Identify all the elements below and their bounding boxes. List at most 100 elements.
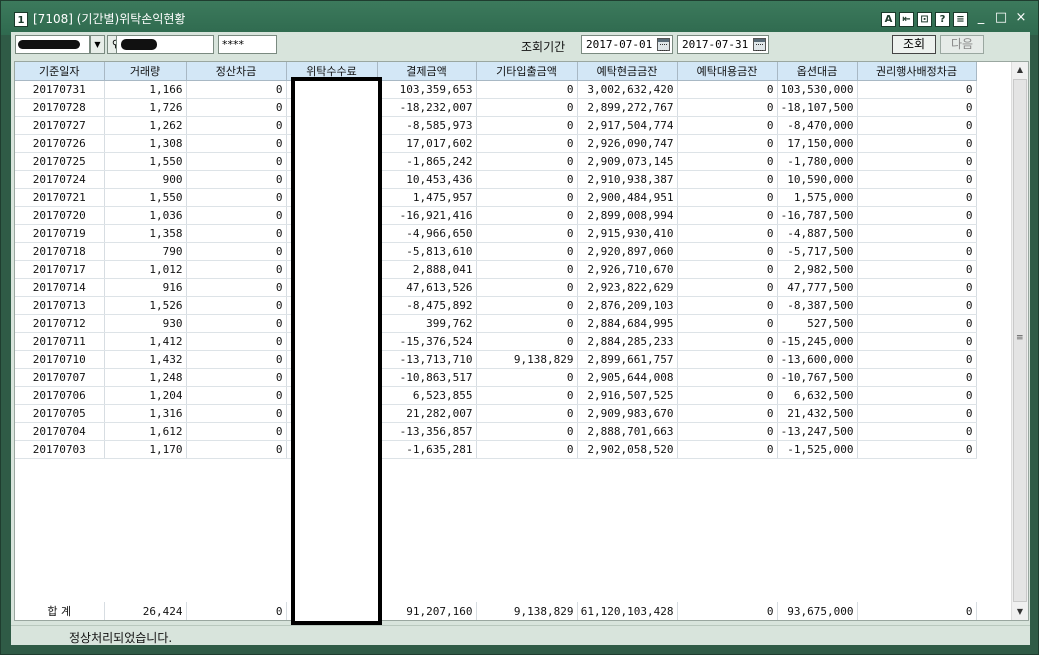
table-cell: 0 <box>476 260 578 279</box>
table-row[interactable]: 20170713 1,526 0 -8,475,892 0 2,876,209,103 0-… <box>15 296 977 315</box>
account-number-field[interactable] <box>15 35 90 54</box>
table-cell: 0 <box>186 440 287 459</box>
help-icon[interactable]: ? <box>935 12 950 27</box>
table-cell: 0 <box>186 98 287 117</box>
column-header[interactable]: 기준일자 <box>15 62 105 81</box>
link-icon[interactable]: ⇤ <box>899 12 914 27</box>
table-cell: 0 <box>857 386 977 405</box>
table-cell: 0 <box>677 116 778 135</box>
table-cell: 10,590,000 <box>777 170 858 189</box>
table-cell: -8,585,973 <box>377 116 477 135</box>
table-cell: 900 <box>104 170 187 189</box>
table-row[interactable]: 20170726 1,308 0 17,017,602 0 2,926,090,747 0 1… <box>15 134 977 153</box>
table-cell: 6,632,500 <box>777 386 858 405</box>
table-cell: 790 <box>104 242 187 261</box>
table-row[interactable]: 20170707 1,248 0 -10,863,517 0 2,905,644,008 0… <box>15 368 977 387</box>
table-cell: -4,887,500 <box>777 224 858 243</box>
table-row[interactable]: 20170719 1,358 0 -4,966,650 0 2,915,930,410 0-… <box>15 224 977 243</box>
column-header[interactable]: 정산차금 <box>186 62 287 81</box>
table-cell: 0 <box>677 80 778 99</box>
table-cell: 20170725 <box>15 152 105 171</box>
table-row[interactable]: 20170724 900 0 10,453,436 0 2,910,938,387 0 10,… <box>15 170 977 189</box>
table-row[interactable]: 20170704 1,612 0 -13,356,857 0 2,888,701,663 0… <box>15 422 977 441</box>
vertical-scrollbar[interactable]: ▲ ≡ ▼ <box>1011 62 1028 620</box>
table-cell: 0 <box>677 314 778 333</box>
date-to-input[interactable]: 2017-07-31 <box>677 35 769 54</box>
table-cell: -18,107,500 <box>777 98 858 117</box>
copy-icon[interactable]: ⊡ <box>917 12 932 27</box>
table-cell: -4,966,650 <box>377 224 477 243</box>
table-cell: 0 <box>857 224 977 243</box>
column-header[interactable]: 옵션대금 <box>777 62 858 81</box>
column-header[interactable]: 예탁대용금잔 <box>677 62 778 81</box>
table-row[interactable]: 20170711 1,412 0 -15,376,524 0 2,884,285,233 0… <box>15 332 977 351</box>
table-row[interactable]: 20170717 1,012 0 2,888,041 0 2,926,710,670 0 2,… <box>15 260 977 279</box>
table-cell: 0 <box>476 116 578 135</box>
table-cell: 0 <box>186 260 287 279</box>
menu-icon[interactable]: ≡ <box>953 12 968 27</box>
date-to-value: 2017-07-31 <box>682 38 749 51</box>
calendar-icon[interactable] <box>753 38 766 51</box>
window-number-badge: 1 <box>14 12 28 27</box>
table-cell: 0 <box>677 296 778 315</box>
commission-column-redaction <box>291 77 382 625</box>
font-size-icon[interactable]: A <box>881 12 896 27</box>
table-row[interactable]: 20170706 1,204 0 6,523,855 0 2,916,507,525 0 6,… <box>15 386 977 405</box>
total-cell: 0 <box>857 602 977 620</box>
calendar-icon[interactable] <box>657 38 670 51</box>
title-toolbox: A ⇤ ⊡ ? ≡ <box>881 12 968 27</box>
table-row[interactable]: 20170703 1,170 0 -1,635,281 0 2,902,058,520 0-… <box>15 440 977 459</box>
name-redaction <box>121 39 157 50</box>
column-header[interactable]: 권리행사배정차금 <box>857 62 977 81</box>
table-header-row: 기준일자 거래량 정산차금 위탁수수료 결제금액 기타입출금액 예탁현금금잔 예탁대용금잔 옵션… <box>15 62 977 81</box>
window-controls: _ □ × <box>974 10 1028 26</box>
scroll-up-icon[interactable]: ▲ <box>1012 62 1028 78</box>
table-cell: 47,613,526 <box>377 278 477 297</box>
table-row[interactable]: 20170710 1,432 0 -13,713,710 9,138,829 2,899,… <box>15 350 977 369</box>
table-row[interactable]: 20170712 930 0 399,762 0 2,884,684,995 0 527,50… <box>15 314 977 333</box>
table-row[interactable]: 20170714 916 0 47,613,526 0 2,923,822,629 0 47,… <box>15 278 977 297</box>
account-dropdown-button[interactable]: ▼ <box>90 35 105 54</box>
table-cell: 1,475,957 <box>377 188 477 207</box>
table-row[interactable]: 20170721 1,550 0 1,475,957 0 2,900,484,951 0 1,… <box>15 188 977 207</box>
table-row[interactable]: 20170727 1,262 0 -8,585,973 0 2,917,504,774 0-… <box>15 116 977 135</box>
table-cell: 0 <box>677 278 778 297</box>
table-cell: 103,359,653 <box>377 80 477 99</box>
query-button[interactable]: 조회 <box>892 35 936 54</box>
data-grid[interactable]: 기준일자 거래량 정산차금 위탁수수료 결제금액 기타입출금액 예탁현금금잔 예탁대용금잔 옵션… <box>14 61 1029 625</box>
table-row[interactable]: 20170705 1,316 0 21,282,007 0 2,909,983,670 0 2… <box>15 404 977 423</box>
table-row[interactable]: 20170728 1,726 0 -18,232,007 0 2,899,272,767 0… <box>15 98 977 117</box>
maximize-button[interactable]: □ <box>994 10 1008 26</box>
table-cell: -10,863,517 <box>377 368 477 387</box>
table-cell: 0 <box>186 314 287 333</box>
table-cell: 2,920,897,060 <box>577 242 678 261</box>
password-field[interactable]: **** <box>218 35 277 54</box>
scroll-down-icon[interactable]: ▼ <box>1012 604 1028 620</box>
total-cell: 61,120,103,428 <box>577 602 678 620</box>
date-from-input[interactable]: 2017-07-01 <box>581 35 673 54</box>
next-button[interactable]: 다음 <box>940 35 984 54</box>
table-cell: 20170724 <box>15 170 105 189</box>
table-cell: 20170726 <box>15 134 105 153</box>
table-cell: 20170711 <box>15 332 105 351</box>
table-cell: 20170714 <box>15 278 105 297</box>
column-header[interactable]: 예탁현금금잔 <box>577 62 678 81</box>
table-row[interactable]: 20170718 790 0 -5,813,610 0 2,920,897,060 0 -5,… <box>15 242 977 261</box>
column-header[interactable]: 기타입출금액 <box>476 62 578 81</box>
table-cell: -18,232,007 <box>377 98 477 117</box>
table-cell: 0 <box>677 134 778 153</box>
table-cell: 0 <box>857 134 977 153</box>
main-window: 1 [7108] (기간별)위탁손익현황 A ⇤ ⊡ ? ≡ _ □ × ▼ ⚲… <box>0 0 1039 655</box>
minimize-button[interactable]: _ <box>974 10 988 26</box>
table-cell: 0 <box>476 98 578 117</box>
close-button[interactable]: × <box>1014 10 1028 26</box>
table-row[interactable]: 20170731 1,166 0 103,359,653 0 3,002,632,420 0… <box>15 80 977 99</box>
table-cell: 2,902,058,520 <box>577 440 678 459</box>
table-cell: 930 <box>104 314 187 333</box>
column-header[interactable]: 거래량 <box>104 62 187 81</box>
table-cell: 2,905,644,008 <box>577 368 678 387</box>
column-header[interactable]: 결제금액 <box>377 62 477 81</box>
table-cell: -8,387,500 <box>777 296 858 315</box>
table-row[interactable]: 20170725 1,550 0 -1,865,242 0 2,909,073,145 0-… <box>15 152 977 171</box>
table-row[interactable]: 20170720 1,036 0 -16,921,416 0 2,899,008,994 0… <box>15 206 977 225</box>
